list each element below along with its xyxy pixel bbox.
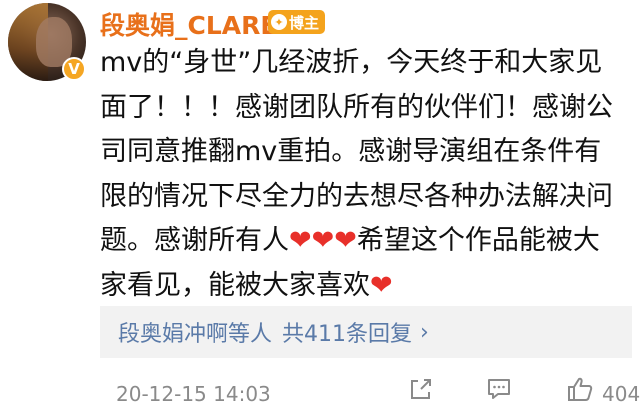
verified-badge-icon: V — [62, 57, 86, 81]
content-line: 题。感谢所有人❤❤❤希望这个作品能被大 — [100, 219, 635, 264]
content-line: 限的情况下尽全力的去想尽各种办法解决问 — [100, 180, 613, 212]
share-icon-graphic — [411, 379, 431, 399]
heart-icon: ❤ — [370, 269, 393, 301]
chevron-right-icon: › — [420, 319, 429, 345]
heart-icon: ❤ — [334, 225, 357, 256]
blogger-badge[interactable]: ✦ 博主 — [268, 10, 326, 34]
post-timestamp: 20-12-15 14:03 — [116, 382, 271, 406]
like-count: 4042 — [602, 382, 641, 406]
content-line: 家看见，能被大家喜欢❤ — [100, 264, 635, 309]
heart-icon: ❤ — [289, 225, 312, 256]
like-icon-graphic — [568, 377, 593, 401]
comment-icon[interactable] — [486, 376, 512, 407]
replies-preview[interactable]: 段奥娟冲啊等人 共411条回复 › — [100, 306, 632, 358]
medal-icon: ✦ — [271, 14, 287, 30]
badge-label: 博主 — [289, 13, 320, 32]
username[interactable]: 段奥娟_CLARE — [100, 6, 277, 42]
content-segment: 题。感谢所有人 — [100, 225, 289, 256]
reply-count[interactable]: 共411条回复 — [282, 316, 412, 348]
content-line: mv的“身世”几经波折，今天终于和大家见 — [100, 47, 603, 78]
reply-authors[interactable]: 段奥娟冲啊等人 — [118, 316, 272, 348]
content-segment: 希望这个作品能被大 — [356, 225, 600, 256]
comment-icon-graphic — [488, 379, 510, 399]
content-segment: 家看见，能被大家喜欢 — [100, 269, 370, 301]
content-line: 面了！！！感谢团队所有的伙伴们！感谢公 — [100, 91, 613, 123]
post-content: mv的“身世”几经波折，今天终于和大家见 面了！！！感谢团队所有的伙伴们！感谢公… — [100, 41, 635, 308]
content-line: 司同意推翻mv重拍。感谢导演组在条件有 — [100, 136, 602, 167]
share-icon[interactable] — [408, 376, 434, 407]
like-icon[interactable] — [566, 376, 594, 407]
heart-icon: ❤ — [311, 225, 335, 256]
